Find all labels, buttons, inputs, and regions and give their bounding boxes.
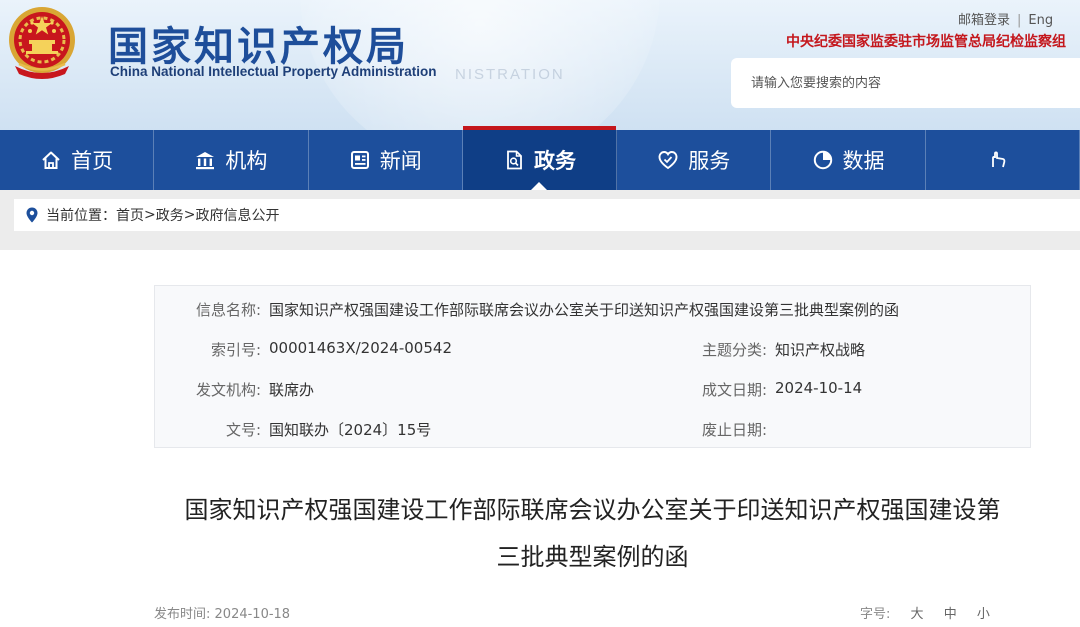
info-topic-value: 知识产权战略 (775, 341, 866, 359)
breadcrumb-prefix: 当前位置： (46, 208, 116, 224)
info-index-value: 00001463X/2024-00542 (269, 339, 452, 357)
font-size-small[interactable]: 小 (977, 607, 990, 622)
data-pie-icon (813, 150, 832, 170)
font-size-large[interactable]: 大 (911, 607, 924, 622)
info-expire-label: 废止日期: (701, 421, 767, 439)
nav-label: 首页 (71, 149, 114, 173)
info-topic-label: 主题分类: (701, 341, 767, 359)
main-nav: 首页 机构 新闻 政务 服务 数据 (0, 126, 1080, 190)
nav-item-news[interactable]: 新闻 (309, 130, 463, 190)
info-docno-value: 国知联办〔2024〕15号 (269, 421, 432, 439)
site-header: NISTRATION 国家知识产权局 China National Intell… (0, 0, 1080, 130)
nav-item-government-affairs[interactable]: 政务 (462, 126, 618, 190)
info-row-index: 索引号: 00001463X/2024-00542 主题分类: 知识产权战略 (155, 339, 1030, 359)
breadcrumb-government-affairs[interactable]: 政务 (156, 205, 184, 225)
site-subtitle: China National Intellectual Property Adm… (110, 64, 437, 79)
nav-label: 服务 (688, 149, 731, 173)
info-name-label: 信息名称: (195, 301, 261, 319)
publish-label: 发布时间: (154, 607, 211, 622)
info-docno-label: 文号: (225, 421, 261, 439)
interaction-icon (991, 151, 1006, 168)
location-pin-icon (26, 207, 38, 223)
breadcrumb-info-disclosure[interactable]: 政府信息公开 (195, 205, 279, 225)
info-issuer-value: 联席办 (269, 381, 315, 399)
home-icon (42, 151, 60, 169)
news-icon (350, 151, 369, 169)
info-row-name: 信息名称: 国家知识产权强国建设工作部际联席会议办公室关于印送知识产权强国建设第… (155, 299, 1030, 319)
discipline-inspection-link[interactable]: 中央纪委国家监委驻市场监管总局纪检监察组 (786, 31, 1066, 51)
info-row-issuer: 发文机构: 联席办 成文日期: 2024-10-14 (155, 379, 1030, 399)
nav-item-home[interactable]: 首页 (0, 130, 155, 190)
publish-info: 发布时间: 2024-10-18 (154, 603, 290, 622)
font-size-medium[interactable]: 中 (944, 607, 957, 622)
header-watermark: NISTRATION (455, 66, 565, 83)
publish-date: 2024-10-18 (214, 607, 291, 622)
article-title-line: 三批典型案例的函 (496, 543, 689, 571)
info-issuer-label: 发文机构: (195, 381, 261, 399)
info-index-label: 索引号: (210, 341, 261, 359)
top-links: 邮箱登录 | Eng (958, 9, 1053, 28)
government-affairs-icon (507, 150, 522, 170)
english-link[interactable]: Eng (1028, 13, 1053, 28)
article-title: 国家知识产权强国建设工作部际联席会议办公室关于印送知识产权强国建设第 三批典型案… (150, 487, 1035, 581)
font-size-label: 字号: (860, 607, 891, 622)
nav-label: 机构 (225, 149, 268, 173)
breadcrumb-bar: 当前位置： 首页 > 政务 > 政府信息公开 (0, 190, 1080, 250)
mail-login-link[interactable]: 邮箱登录 (958, 13, 1010, 28)
info-date-value: 2024-10-14 (775, 379, 863, 397)
nav-label: 政务 (533, 149, 576, 173)
breadcrumb-separator: > (144, 207, 156, 223)
article-title-line: 国家知识产权强国建设工作部际联席会议办公室关于印送知识产权强国建设第 (184, 496, 1001, 524)
info-name-value: 国家知识产权强国建设工作部际联席会议办公室关于印送知识产权强国建设第三批典型案例… (269, 301, 900, 319)
nav-item-data[interactable]: 数据 (771, 130, 926, 190)
info-row-docno: 文号: 国知联办〔2024〕15号 废止日期: (155, 419, 1030, 439)
nav-item-service[interactable]: 服务 (617, 130, 772, 190)
institution-icon (196, 152, 215, 170)
search-input[interactable] (731, 58, 1080, 108)
breadcrumb-home[interactable]: 首页 (116, 205, 144, 225)
info-date-label: 成文日期: (701, 381, 767, 399)
breadcrumb: 当前位置： 首页 > 政务 > 政府信息公开 (14, 199, 1080, 231)
link-separator: | (1017, 13, 1022, 28)
nav-item-more[interactable] (926, 130, 1080, 190)
nav-item-institution[interactable]: 机构 (154, 130, 309, 190)
breadcrumb-separator: > (183, 207, 196, 223)
document-info-table: 信息名称: 国家知识产权强国建设工作部际联席会议办公室关于印送知识产权强国建设第… (154, 285, 1031, 448)
national-emblem-icon (9, 7, 75, 79)
nav-label: 数据 (842, 149, 885, 173)
font-size-switcher: 字号: 大 中 小 (860, 603, 990, 622)
service-icon (658, 151, 678, 170)
nav-label: 新闻 (379, 149, 422, 173)
